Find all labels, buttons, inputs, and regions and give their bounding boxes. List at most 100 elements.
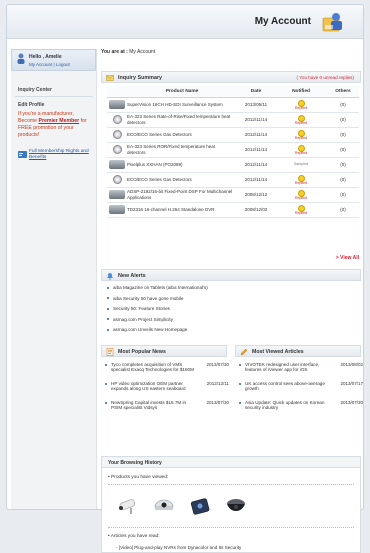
logout-link[interactable]: Logout <box>56 62 70 67</box>
user-box: Hello , Amelie My Account | Logout <box>11 49 96 71</box>
user-icon <box>17 53 25 64</box>
inquiry-date: 2013/06/11 <box>237 97 275 113</box>
others-count[interactable]: (0) <box>327 202 359 218</box>
product-name[interactable]: Pixelplus XXHAN (PO2089) <box>127 157 237 173</box>
table-header-row: Product Name Date Notified Others <box>107 86 359 98</box>
sidebar-item-edit-profile[interactable]: Edit Profile <box>11 102 97 108</box>
others-count[interactable]: (0) <box>327 187 359 203</box>
news-title[interactable]: Tyco completes acquisition of VMS specia… <box>111 362 197 372</box>
notified-status: Replied <box>275 202 327 218</box>
list-item[interactable]: Asia Update: Quick updates on Korean sec… <box>239 400 363 419</box>
article-title[interactable]: UK access control sees above-average gro… <box>245 381 331 391</box>
list-item[interactable]: asmag.com Unveils New Homepage <box>107 327 359 338</box>
premier-member-link[interactable]: Premier Member <box>38 118 79 124</box>
divider <box>108 484 354 485</box>
membership-card-icon <box>18 151 27 158</box>
notified-status: Replied <box>275 142 327 158</box>
inquiry-date: 2012/11/14 <box>237 142 275 158</box>
notified-label: Replied <box>294 210 308 215</box>
view-all-link[interactable]: > View All <box>336 255 359 261</box>
envelope-icon <box>106 75 114 81</box>
notified-label: Replied <box>294 195 308 200</box>
others-count[interactable]: (0) <box>327 157 359 173</box>
others-count[interactable]: (0) <box>327 172 359 188</box>
news-title[interactable]: HP video optimization OEM partner expand… <box>111 381 197 391</box>
table-row[interactable]: ADSP-2192/16-bit Fixed-Point DSP For Mul… <box>107 187 359 203</box>
column-spacer <box>107 86 127 98</box>
list-item[interactable]: Tyco completes acquisition of VMS specia… <box>105 362 229 381</box>
chip-product-image <box>109 159 125 169</box>
user-links: My Account | Logout <box>29 62 70 67</box>
list-item[interactable]: aiba Magazine on Tablets (aiba Internati… <box>107 285 359 296</box>
notified-label: Replied <box>294 135 308 140</box>
product-name[interactable]: SuperVision 16CH HD-SDI Surveillance Sys… <box>127 97 237 113</box>
dvr-product-image <box>109 99 125 109</box>
product-name[interactable]: ECO/ECO Series Gas Detectors <box>127 127 237 143</box>
sidebar: Hello , Amelie My Account | Logout Inqui… <box>11 49 97 509</box>
breadcrumb: You are at : My Account <box>101 49 155 55</box>
article-date: 2013/07/17 <box>340 381 363 386</box>
read-article-link[interactable]: [Video] Plug-and-play NVRs from Dynacolo… <box>116 545 241 550</box>
table-row[interactable]: Pixelplus XXHAN (PO2089) 2012/11/14 Samp… <box>107 157 359 173</box>
notified-status: Replied <box>275 97 327 113</box>
board-product-image <box>109 189 125 199</box>
notified-status: Replied <box>275 172 327 188</box>
list-item[interactable]: NewSpring Capital invests $15.7M in PSIM… <box>105 400 229 419</box>
product-name[interactable]: EA-323 Series ROR/Fixed temperature heat… <box>127 142 237 158</box>
product-thumbnail <box>107 142 127 158</box>
others-count[interactable]: (0) <box>327 97 359 113</box>
account-icon <box>322 13 342 32</box>
table-row[interactable]: ECO/ECO Series Gas Detectors 2012/11/14 … <box>107 172 359 188</box>
list-item[interactable]: Security 50: Feature Stories <box>107 306 359 317</box>
table-row[interactable]: SuperVision 16CH HD-SDI Surveillance Sys… <box>107 97 359 113</box>
product-name[interactable]: TD2316 16-channel H.264 Standalone DVR <box>127 202 237 218</box>
divider <box>108 527 354 528</box>
article-title[interactable]: Asia Update: Quick updates on Korean sec… <box>245 400 331 410</box>
alerts-list: aiba Magazine on Tablets (aiba Internati… <box>107 285 359 338</box>
inquiry-date: 2012/11/14 <box>237 172 275 188</box>
list-item[interactable]: HP video optimization OEM partner expand… <box>105 381 229 400</box>
product-name[interactable]: ECO/ECO Series Gas Detectors <box>127 172 237 188</box>
news-date: 2013/07/30 <box>206 400 229 405</box>
bell-icon <box>107 273 113 280</box>
others-count[interactable]: (0) <box>327 142 359 158</box>
news-date: 2013/07/30 <box>206 362 229 367</box>
news-title[interactable]: NewSpring Capital invests $15.7M in PSIM… <box>111 400 197 410</box>
article-date: 2013/07/30 <box>340 400 363 405</box>
list-item[interactable]: UK access control sees above-average gro… <box>239 381 363 400</box>
inquiry-date: 2012/11/14 <box>237 127 275 143</box>
product-thumbnail <box>107 172 127 188</box>
most-viewed-header: Most Viewed Articles <box>235 345 361 357</box>
history-title: Your Browsing History <box>108 460 162 466</box>
product-name[interactable]: EA-323 Series Rate-of-Rise/Fixed tempera… <box>127 112 237 128</box>
table-row[interactable]: EA-323 Series ROR/Fixed temperature heat… <box>107 142 359 158</box>
article-title[interactable]: VIVOTEK redesigned user interface, featu… <box>245 362 331 372</box>
table-row[interactable]: ECO/ECO Series Gas Detectors 2012/11/14 … <box>107 127 359 143</box>
gas-detector-product-image <box>112 129 122 139</box>
notified-status: Replied <box>275 112 327 128</box>
table-row[interactable]: TD2316 16-channel H.264 Standalone DVR 2… <box>107 202 359 218</box>
list-item[interactable]: VIVOTEK redesigned user interface, featu… <box>239 362 363 381</box>
page-title: My Account <box>254 16 311 27</box>
breadcrumb-label: You are at : <box>101 49 128 55</box>
list-item[interactable]: aiba Security 50 have gone mobile <box>107 296 359 307</box>
membership-link[interactable]: Full Membership Rights and Benefits <box>18 149 96 162</box>
page-frame: My Account Hello , Amelie My Account | L… <box>6 4 364 553</box>
popular-news-list: Tyco completes acquisition of VMS specia… <box>105 362 229 419</box>
my-account-link[interactable]: My Account <box>29 62 52 67</box>
pencil-icon <box>240 348 248 356</box>
product-thumbnail <box>107 97 127 113</box>
table-row[interactable]: EA-323 Series Rate-of-Rise/Fixed tempera… <box>107 112 359 128</box>
product-thumbnail <box>107 127 127 143</box>
list-item[interactable]: asmag.com Project Simplicity <box>107 317 359 328</box>
product-name[interactable]: ADSP-2192/16-bit Fixed-Point DSP For Mul… <box>127 187 237 203</box>
column-header-product: Product Name <box>127 86 237 98</box>
news-date: 2012/12/11 <box>206 381 229 386</box>
others-count[interactable]: (0) <box>327 112 359 128</box>
others-count[interactable]: (0) <box>327 127 359 143</box>
inquiry-date: 2012/11/14 <box>237 112 275 128</box>
sidebar-item-inquiry-center[interactable]: Inquiry Center <box>11 87 97 93</box>
popular-news-title: Most Popular News <box>118 349 166 355</box>
notified-status: Sampled <box>275 157 327 173</box>
user-greeting: Hello , Amelie <box>29 54 62 60</box>
